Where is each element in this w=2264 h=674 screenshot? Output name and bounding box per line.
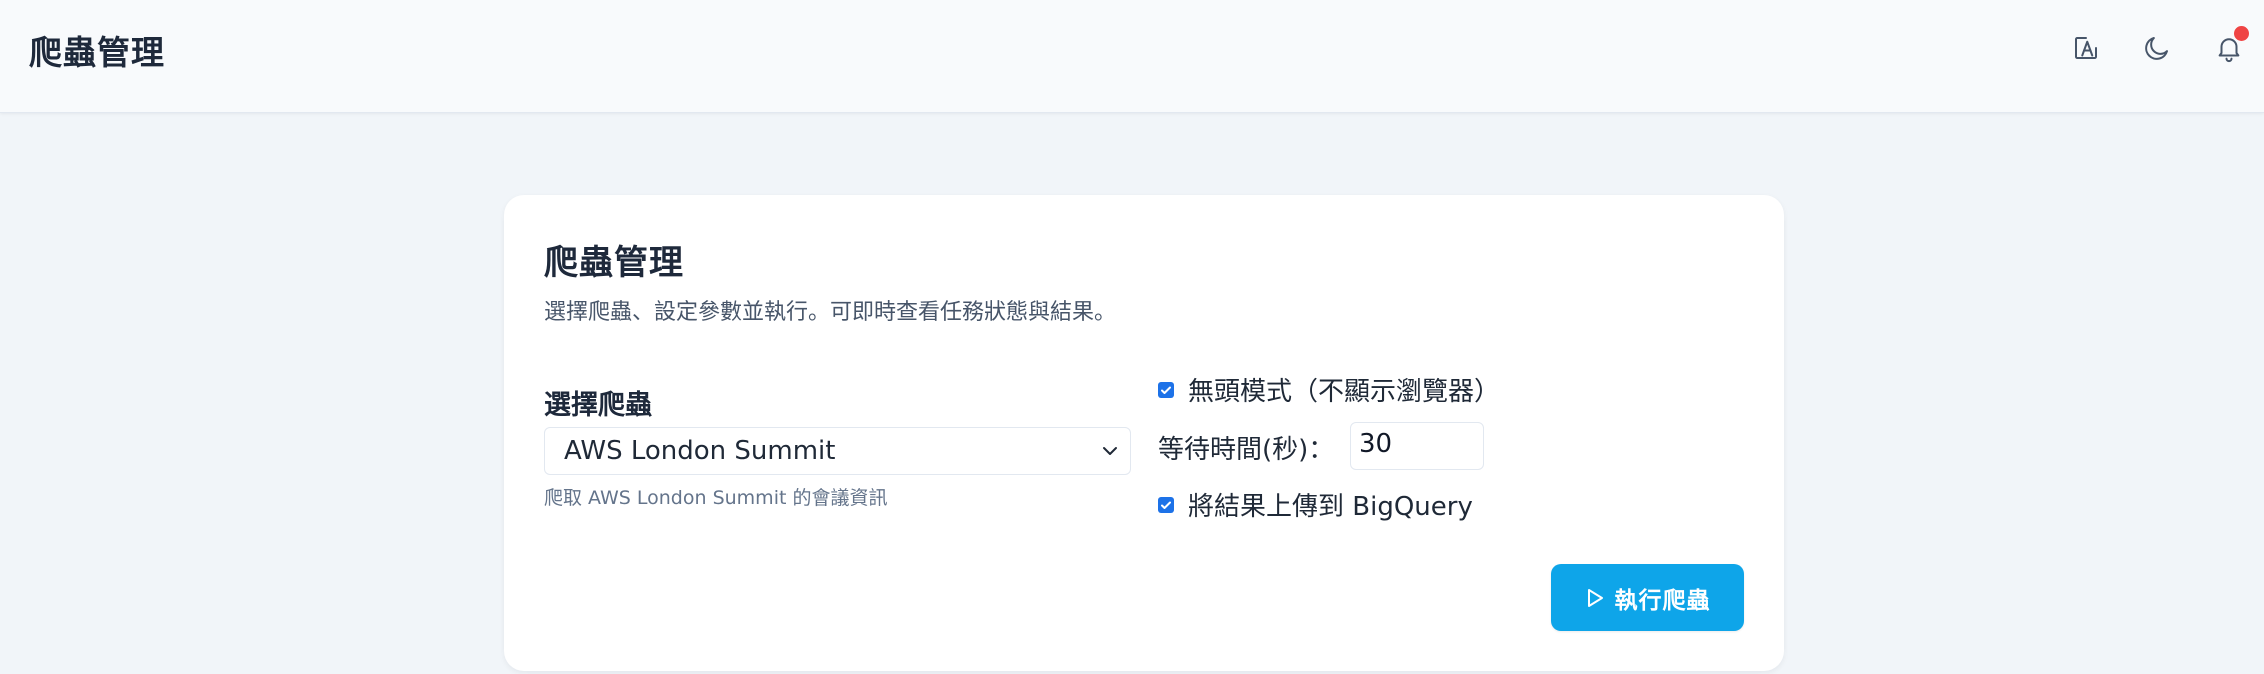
wait-time-label: 等待時間(秒)： bbox=[1158, 435, 1335, 465]
wait-time-input[interactable]: 30 bbox=[1350, 422, 1484, 470]
crawler-select-label: 選擇爬蟲 bbox=[544, 390, 652, 421]
play-icon bbox=[1587, 588, 1603, 607]
headless-option: 無頭模式（不顯示瀏覽器） bbox=[1158, 371, 1500, 408]
top-header: 爬蟲管理 bbox=[0, 0, 2264, 113]
headless-label: 無頭模式（不顯示瀏覽器） bbox=[1188, 377, 1501, 407]
app-title: 爬蟲管理 bbox=[29, 33, 165, 72]
bigquery-option: 將結果上傳到 BigQuery bbox=[1158, 486, 1473, 523]
card-description: 選擇爬蟲、設定參數並執行。可即時查看任務狀態與結果。 bbox=[544, 300, 1117, 325]
chevron-down-icon bbox=[1103, 447, 1117, 455]
bell-icon[interactable] bbox=[2211, 26, 2249, 66]
run-crawler-label: 執行爬蟲 bbox=[1614, 587, 1711, 614]
crawler-card: 爬蟲管理 選擇爬蟲、設定參數並執行。可即時查看任務狀態與結果。 選擇爬蟲 AWS… bbox=[504, 195, 1784, 671]
crawler-select[interactable]: AWS London Summit bbox=[544, 427, 1131, 475]
bigquery-checkbox[interactable] bbox=[1158, 496, 1174, 513]
notification-dot bbox=[2234, 26, 2249, 41]
run-crawler-button[interactable]: 執行爬蟲 bbox=[1551, 564, 1744, 631]
edit-icon[interactable] bbox=[2068, 30, 2104, 66]
crawler-select-help: 爬取 AWS London Summit 的會議資訊 bbox=[544, 487, 888, 509]
crawler-select-value: AWS London Summit bbox=[564, 436, 836, 466]
bigquery-label: 將結果上傳到 BigQuery bbox=[1188, 492, 1473, 522]
headless-checkbox[interactable] bbox=[1158, 381, 1174, 398]
card-title: 爬蟲管理 bbox=[544, 243, 684, 283]
moon-icon[interactable] bbox=[2139, 30, 2175, 66]
